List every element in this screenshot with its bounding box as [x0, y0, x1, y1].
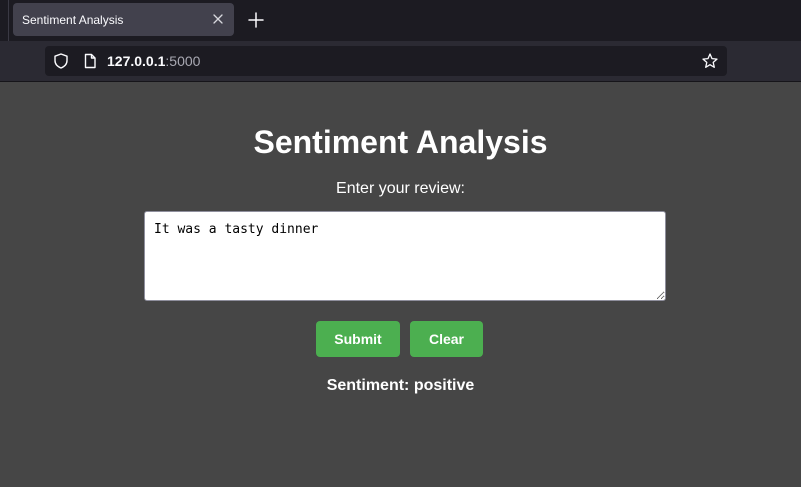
- tab-strip-edge: [8, 0, 9, 41]
- tab-strip: Sentiment Analysis: [0, 0, 801, 41]
- sentiment-result-prefix: Sentiment:: [326, 377, 414, 394]
- sentiment-result: Sentiment: positive: [0, 377, 801, 395]
- plus-icon[interactable]: [245, 9, 267, 31]
- url-port: :5000: [165, 53, 201, 69]
- submit-button[interactable]: Submit: [316, 321, 400, 357]
- star-icon[interactable]: [701, 52, 719, 70]
- sentiment-result-value: positive: [413, 377, 475, 394]
- page-title: Sentiment Analysis: [253, 124, 548, 160]
- url-host: 127.0.0.1: [107, 53, 166, 69]
- tab-title: Sentiment Analysis: [22, 13, 124, 27]
- review-label: Enter your review:: [336, 180, 465, 197]
- close-icon[interactable]: [209, 10, 227, 28]
- shield-icon[interactable]: [52, 52, 70, 70]
- url-text[interactable]: 127.0.0.1:5000: [107, 53, 200, 69]
- review-input[interactable]: It was a tasty dinner: [144, 211, 666, 301]
- page-icon[interactable]: [81, 52, 99, 70]
- clear-button[interactable]: Clear: [410, 321, 483, 357]
- browser-chrome: Sentiment Analysis 127.0.0.1:5000: [0, 0, 801, 82]
- url-bar[interactable]: 127.0.0.1:5000: [45, 46, 727, 76]
- page-content: Sentiment Analysis Enter your review: It…: [0, 82, 801, 487]
- tab-sentiment-analysis[interactable]: Sentiment Analysis: [13, 3, 234, 36]
